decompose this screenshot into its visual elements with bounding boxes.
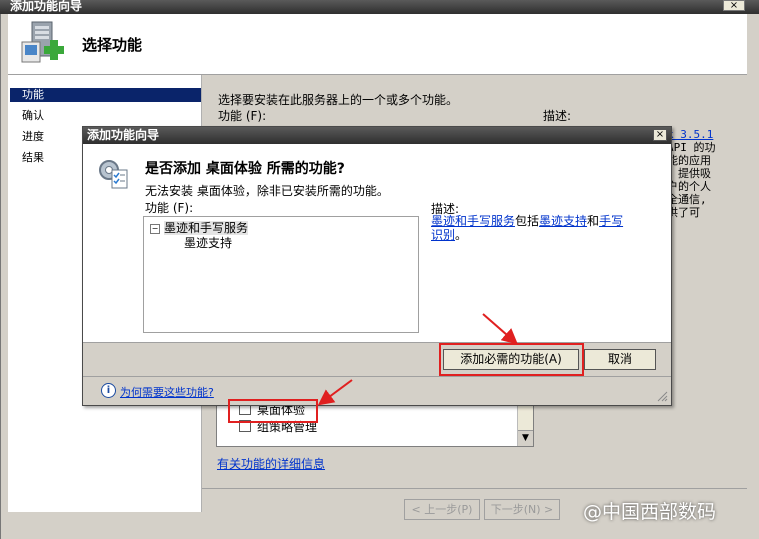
watermark: @中国西部数码 bbox=[583, 501, 717, 523]
annotation-arrow bbox=[482, 313, 519, 345]
annotation-arrow bbox=[317, 379, 353, 406]
annotation-arrows bbox=[317, 313, 519, 406]
